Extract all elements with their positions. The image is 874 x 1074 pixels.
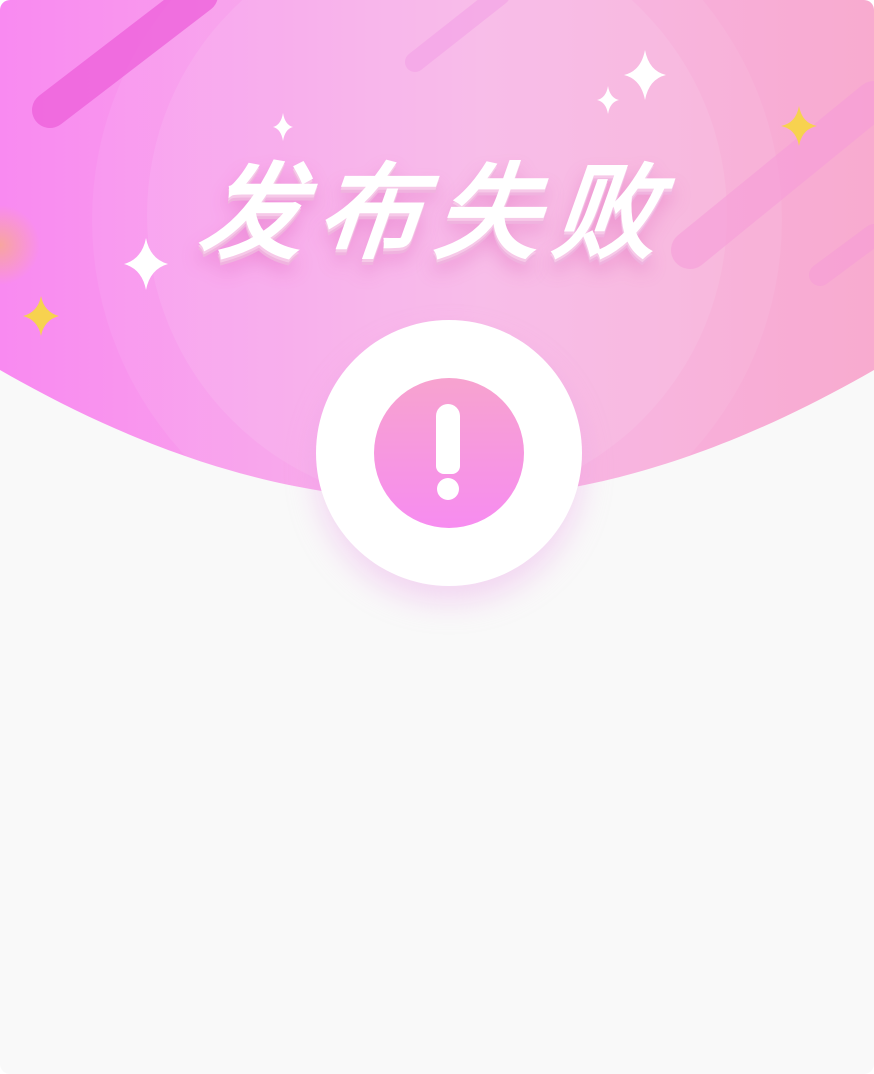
publish-failed-dialog: 发布失败 [0,0,874,1074]
exclamation-icon [374,378,524,528]
alert-badge [316,320,582,586]
exclamation-dot [437,478,459,500]
dialog-title: 发布失败 [193,152,679,274]
exclamation-bar [436,404,460,474]
